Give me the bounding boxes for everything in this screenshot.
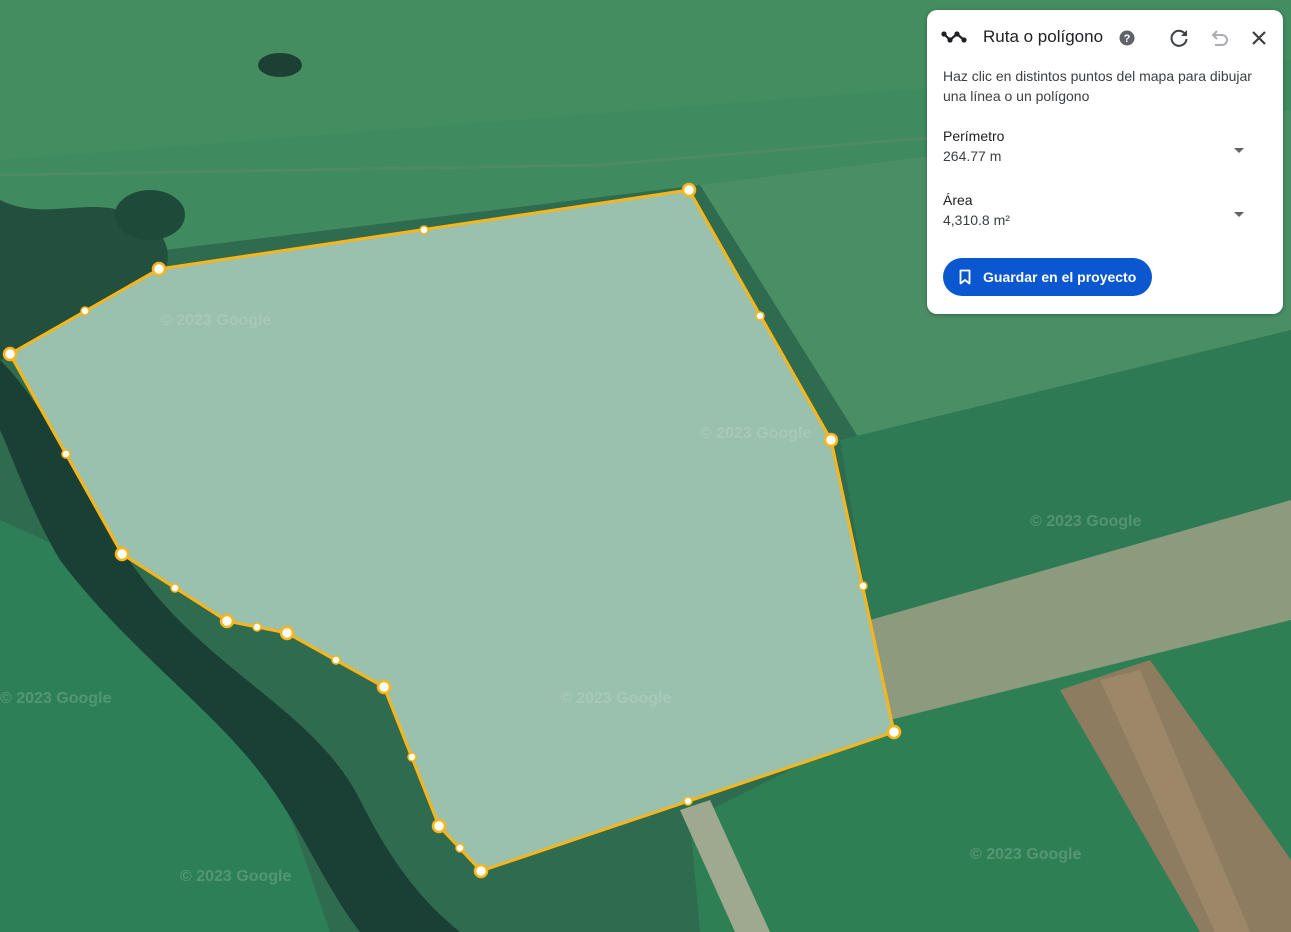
polygon-vertex-handle[interactable] bbox=[279, 625, 295, 641]
area-value: 4,310.8 m² bbox=[943, 212, 1010, 228]
perimeter-row[interactable]: Perímetro 264.77 m bbox=[927, 126, 1283, 174]
area-label: Área bbox=[943, 192, 973, 208]
save-button-label: Guardar en el proyecto bbox=[983, 269, 1137, 285]
panel-title: Ruta o polígono bbox=[983, 27, 1104, 46]
polygon-midpoint-handle[interactable] bbox=[755, 311, 765, 321]
arrow-drop-down-icon[interactable] bbox=[1229, 204, 1249, 224]
save-to-project-button[interactable]: Guardar en el proyecto bbox=[943, 258, 1153, 296]
polygon-vertex-handle[interactable] bbox=[431, 818, 447, 834]
polygon-vertex-handle[interactable] bbox=[376, 679, 392, 695]
polygon-midpoint-handle[interactable] bbox=[80, 306, 90, 316]
polygon-vertex-handle[interactable] bbox=[219, 613, 235, 629]
polygon-midpoint-handle[interactable] bbox=[683, 796, 693, 806]
polygon-vertex-handle[interactable] bbox=[473, 863, 489, 879]
instructions-text: Haz clic en distintos puntos del mapa pa… bbox=[943, 68, 1252, 104]
polygon-midpoint-handle[interactable] bbox=[252, 622, 262, 632]
help-icon[interactable]: ? bbox=[1118, 29, 1136, 47]
polygon-midpoint-handle[interactable] bbox=[858, 581, 868, 591]
arrow-drop-down-icon[interactable] bbox=[1229, 140, 1249, 160]
measure-panel: Ruta o polígono ? Haz clic en distintos … bbox=[927, 10, 1283, 314]
polygon-vertex-handle[interactable] bbox=[151, 261, 167, 277]
polygon-vertex-handle[interactable] bbox=[886, 724, 902, 740]
polygon-midpoint-handle[interactable] bbox=[419, 225, 429, 235]
undo-button[interactable] bbox=[1205, 24, 1233, 52]
polygon-midpoint-handle[interactable] bbox=[455, 843, 465, 853]
svg-text:?: ? bbox=[1124, 33, 1131, 45]
redo-icon bbox=[1170, 29, 1188, 47]
polygon-midpoint-handle[interactable] bbox=[170, 583, 180, 593]
perimeter-label: Perímetro bbox=[943, 128, 1005, 144]
polygon-vertex-handle[interactable] bbox=[681, 182, 697, 198]
close-icon bbox=[1252, 31, 1266, 45]
panel-header: Ruta o polígono ? bbox=[927, 10, 1283, 66]
polygon-vertex-handle[interactable] bbox=[2, 346, 18, 362]
bookmark-icon bbox=[959, 269, 971, 285]
polygon-midpoint-handle[interactable] bbox=[61, 449, 71, 459]
polygon-vertex-handle[interactable] bbox=[114, 546, 130, 562]
perimeter-value: 264.77 m bbox=[943, 148, 1002, 164]
area-row[interactable]: Área 4,310.8 m² bbox=[927, 190, 1283, 238]
polygon-vertex-handle[interactable] bbox=[823, 432, 839, 448]
measured-polygon[interactable] bbox=[8, 188, 896, 873]
polygon-midpoint-handle[interactable] bbox=[407, 752, 417, 762]
close-button[interactable] bbox=[1245, 24, 1273, 52]
redo-button[interactable] bbox=[1165, 24, 1193, 52]
polygon-midpoint-handle[interactable] bbox=[331, 655, 341, 665]
undo-icon bbox=[1211, 30, 1228, 46]
path-icon bbox=[941, 31, 967, 43]
